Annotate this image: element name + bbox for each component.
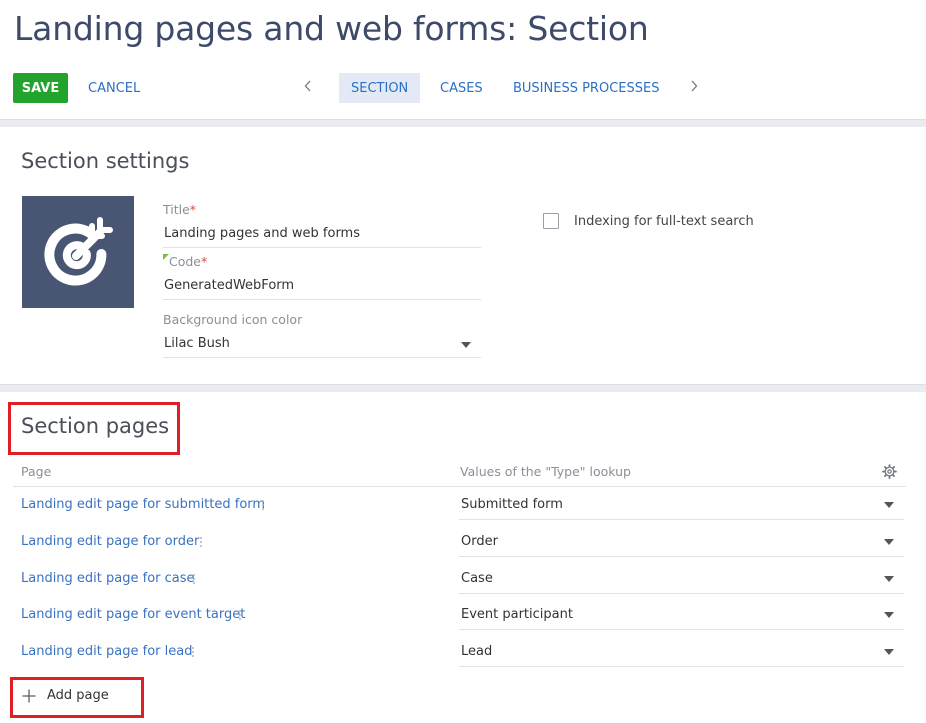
section-divider (0, 119, 926, 127)
chevron-down-icon[interactable] (884, 576, 894, 582)
title-field-label: Title (163, 202, 190, 217)
code-field-label: Code (169, 254, 202, 269)
type-lookup-value: Submitted form (461, 497, 563, 512)
type-lookup-value: Case (461, 571, 493, 586)
toolbar: SAVE CANCEL SECTION CASES BUSINESS PROCE… (0, 72, 926, 106)
page-link[interactable]: Landing edit page for case (21, 571, 195, 586)
background-icon-color-field: Background icon color Lilac Bush (163, 312, 481, 358)
tab-cases[interactable]: CASES (428, 73, 495, 103)
page-link[interactable]: Landing edit page for lead (21, 644, 192, 659)
gear-icon[interactable] (882, 464, 897, 479)
type-lookup-select[interactable]: Lead (459, 637, 904, 667)
indexing-checkbox[interactable] (543, 213, 559, 229)
tabs-scroll-left-icon[interactable] (300, 76, 316, 96)
type-lookup-select[interactable]: Submitted form (459, 490, 904, 520)
title-input[interactable]: Landing pages and web forms (163, 226, 481, 248)
page-link[interactable]: Landing edit page for event target (21, 607, 245, 622)
row-menu-icon[interactable] (259, 498, 267, 512)
table-row: Landing edit page for order Order (13, 527, 906, 557)
highlight-add-page (10, 677, 144, 718)
chevron-down-icon[interactable] (884, 612, 894, 618)
tab-business-processes[interactable]: BUSINESS PROCESSES (501, 73, 671, 103)
table-row: Landing edit page for submitted form Sub… (13, 490, 906, 520)
code-field: Code* GeneratedWebForm (163, 254, 481, 300)
row-menu-icon[interactable] (190, 572, 198, 586)
required-marker: * (189, 202, 197, 217)
row-menu-icon[interactable] (197, 535, 205, 549)
type-lookup-value: Order (461, 534, 498, 549)
page-link[interactable]: Landing edit page for order (21, 534, 199, 549)
page-link[interactable]: Landing edit page for submitted form (21, 497, 265, 512)
indexing-option: Indexing for full-text search (543, 213, 754, 229)
column-header-page: Page (21, 464, 52, 479)
tab-section[interactable]: SECTION (339, 73, 421, 103)
chevron-down-icon[interactable] (461, 342, 471, 348)
title-field: Title* Landing pages and web forms (163, 202, 481, 248)
table-row: Landing edit page for lead Lead (13, 637, 906, 667)
code-input[interactable]: GeneratedWebForm (163, 278, 481, 300)
table-row: Landing edit page for case Case (13, 564, 906, 594)
pages-grid-header: Page Values of the "Type" lookup (13, 456, 906, 487)
required-marker: * (201, 254, 208, 269)
type-lookup-select[interactable]: Case (459, 564, 904, 594)
row-menu-icon[interactable] (236, 608, 244, 622)
indexing-label: Indexing for full-text search (574, 213, 754, 229)
table-row: Landing edit page for event target Event… (13, 600, 906, 630)
type-lookup-value: Event participant (461, 607, 573, 622)
type-lookup-select[interactable]: Order (459, 527, 904, 557)
section-icon-preview[interactable] (22, 196, 134, 308)
cancel-button[interactable]: CANCEL (80, 73, 148, 103)
chevron-down-icon[interactable] (884, 539, 894, 545)
highlight-section-pages (8, 402, 180, 455)
section-settings-heading: Section settings (21, 149, 190, 173)
type-lookup-select[interactable]: Event participant (459, 600, 904, 630)
chevron-down-icon[interactable] (884, 502, 894, 508)
localizable-marker (163, 254, 169, 260)
column-header-type: Values of the "Type" lookup (460, 464, 631, 479)
type-lookup-value: Lead (461, 644, 493, 659)
section-divider (0, 384, 926, 392)
page-title: Landing pages and web forms: Section (14, 9, 649, 48)
tabs-scroll-right-icon[interactable] (686, 76, 702, 96)
target-arrow-icon (44, 217, 113, 286)
save-button[interactable]: SAVE (13, 73, 68, 103)
background-icon-color-select[interactable]: Lilac Bush (163, 336, 481, 358)
row-menu-icon[interactable] (189, 645, 197, 659)
background-icon-color-label: Background icon color (163, 312, 303, 327)
chevron-down-icon[interactable] (884, 649, 894, 655)
background-icon-color-value: Lilac Bush (164, 336, 230, 351)
